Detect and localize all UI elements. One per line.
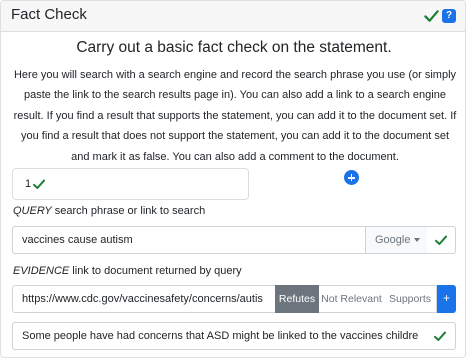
- caret-down-icon: [414, 238, 420, 242]
- check-icon: [424, 10, 439, 22]
- check-icon: [435, 235, 447, 245]
- fact-check-panel: Fact Check ? Carry out a basic fact chec…: [0, 0, 466, 358]
- check-icon: [434, 331, 446, 341]
- panel-header: Fact Check ?: [1, 1, 465, 32]
- query-input[interactable]: vaccines cause autism: [12, 226, 366, 254]
- help-icon[interactable]: ?: [442, 9, 456, 23]
- supports-button[interactable]: Supports: [384, 285, 437, 313]
- page-heading: Carry out a basic fact check on the stat…: [76, 39, 392, 56]
- search-engine-label: Google: [375, 234, 411, 246]
- search-engine-dropdown[interactable]: Google: [365, 226, 428, 254]
- item-number: 1: [25, 178, 32, 190]
- panel-title: Fact Check: [11, 6, 87, 23]
- add-item-button[interactable]: [344, 170, 359, 185]
- refutes-button[interactable]: Refutes: [275, 285, 319, 313]
- comment-input[interactable]: Some people have had concerns that ASD m…: [12, 322, 456, 350]
- not-relevant-button[interactable]: Not Relevant: [319, 285, 384, 313]
- add-evidence-button[interactable]: +: [437, 285, 456, 313]
- evidence-label: EVIDENCE link to document returned by qu…: [13, 265, 242, 277]
- fact-check-item[interactable]: 1: [12, 168, 249, 200]
- instructions-text: Here you will search with a search engin…: [13, 69, 457, 163]
- check-icon: [33, 179, 45, 189]
- query-label: QUERY search phrase or link to search: [13, 205, 206, 217]
- query-confirm[interactable]: [427, 226, 456, 254]
- evidence-url-input[interactable]: https://www.cdc.gov/vaccinesafety/concer…: [12, 285, 276, 313]
